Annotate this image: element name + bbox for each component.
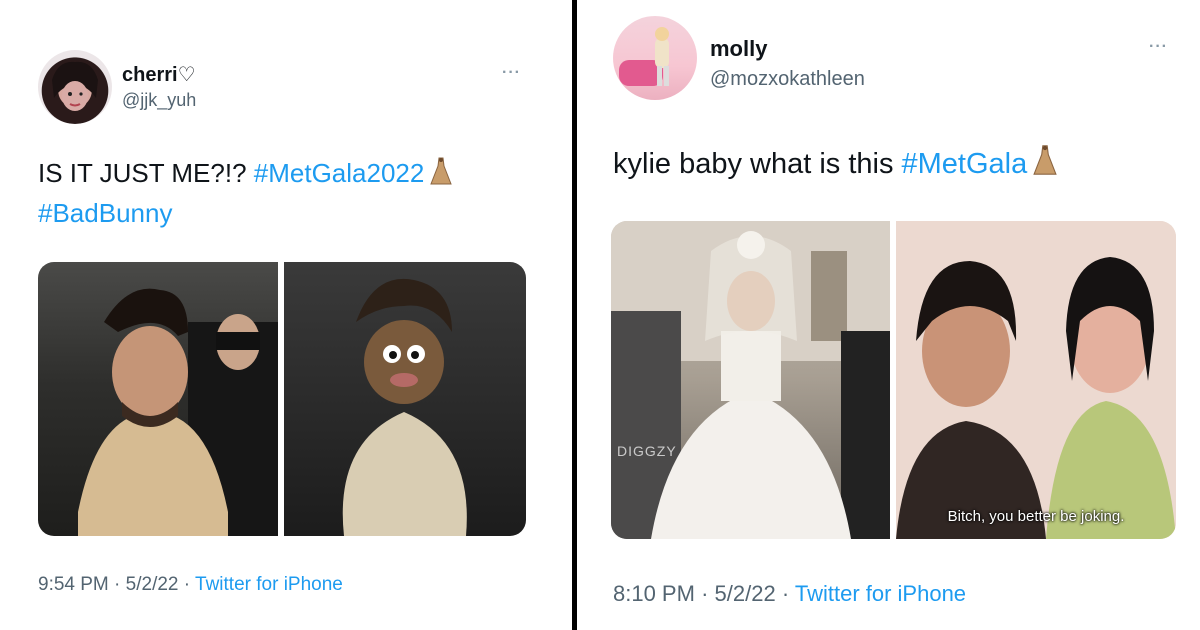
tweet-source-link[interactable]: Twitter for iPhone bbox=[195, 574, 343, 595]
tweet-text-plain: IS IT JUST ME?!? bbox=[38, 158, 254, 188]
tweet-date[interactable]: 5/2/22 bbox=[126, 574, 179, 595]
separator-dot: · bbox=[114, 574, 121, 595]
tweet-card-cherri: cherri♡ @jjk_yuh ··· IS IT JUST ME?!? #M… bbox=[0, 0, 572, 630]
photo-bad-bunny[interactable] bbox=[38, 262, 278, 536]
hashtag-link[interactable]: #BadBunny bbox=[38, 198, 172, 228]
hashtag-link[interactable]: #MetGala2022 bbox=[254, 158, 425, 188]
separator-dot: · bbox=[781, 581, 790, 606]
tweet-text: IS IT JUST ME?!? #MetGala2022 #BadBunny bbox=[38, 156, 538, 232]
more-options-icon[interactable]: ··· bbox=[502, 64, 521, 82]
username-handle[interactable]: @jjk_yuh bbox=[122, 90, 196, 111]
photo-bride-character[interactable] bbox=[284, 262, 526, 536]
tweet-date[interactable]: 5/2/22 bbox=[715, 581, 776, 606]
tweet-card-molly: molly @mozxokathleen ··· kylie baby what… bbox=[577, 0, 1200, 630]
image-watermark: DIGGZY bbox=[617, 443, 677, 459]
avatar[interactable] bbox=[38, 50, 112, 124]
separator-dot: · bbox=[701, 581, 709, 606]
username-handle[interactable]: @mozxokathleen bbox=[710, 68, 865, 91]
tweet-footer: 8:10 PM · 5/2/22 · Twitter for iPhone bbox=[613, 581, 966, 607]
tweet-text-plain: kylie baby what is this bbox=[613, 148, 902, 180]
media-grid bbox=[38, 262, 526, 536]
dress-emoji-icon bbox=[1033, 143, 1057, 188]
photo-kylie-wedding-dress[interactable]: DIGGZY bbox=[611, 221, 890, 539]
avatar[interactable] bbox=[613, 16, 697, 100]
display-name[interactable]: cherri♡ bbox=[122, 62, 196, 87]
more-options-icon[interactable]: ··· bbox=[1149, 38, 1168, 56]
separator-dot: · bbox=[183, 574, 191, 595]
tweet-time[interactable]: 8:10 PM bbox=[613, 581, 695, 606]
image-caption: Bitch, you better be joking. bbox=[947, 508, 1125, 525]
hashtag-link[interactable]: #MetGala bbox=[902, 148, 1028, 180]
dress-emoji-icon bbox=[430, 156, 453, 196]
media-grid: DIGGZY Bitch, you better be joking. bbox=[611, 221, 1176, 539]
photo-euphoria-scene[interactable]: Bitch, you better be joking. bbox=[896, 221, 1176, 539]
tweet-time[interactable]: 9:54 PM bbox=[38, 574, 109, 595]
display-name[interactable]: molly bbox=[710, 36, 767, 62]
tweet-source-link[interactable]: Twitter for iPhone bbox=[795, 581, 966, 606]
tweet-text: kylie baby what is this #MetGala bbox=[613, 143, 1183, 188]
tweet-footer: 9:54 PM · 5/2/22 · Twitter for iPhone bbox=[38, 574, 343, 596]
